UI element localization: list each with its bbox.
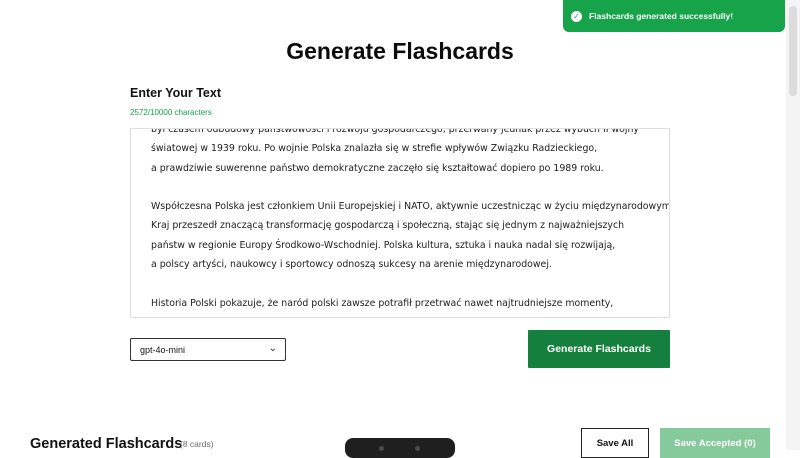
flashcards-count: (8 cards)	[180, 439, 214, 449]
character-counter: 2572/10000 characters	[130, 108, 212, 117]
flashcard-preview-toolbar	[345, 438, 455, 458]
toolbar-dot	[415, 446, 420, 451]
check-circle-icon: ✓	[571, 10, 582, 22]
page-title: Generate Flashcards	[286, 38, 514, 64]
toast-message: Flashcards generated successfully!	[589, 11, 734, 21]
generate-flashcards-button[interactable]: Generate Flashcards	[528, 330, 670, 368]
model-select[interactable]: gpt-4o-mini ⌄	[130, 338, 286, 361]
page-scrollbar[interactable]	[786, 0, 800, 450]
model-select-value: gpt-4o-mini	[140, 344, 186, 355]
save-all-button[interactable]: Save All	[581, 428, 649, 458]
source-text-area[interactable]: był czasem odbudowy państwowości i rozwo…	[130, 128, 670, 318]
toolbar-dot	[379, 446, 384, 451]
chevron-down-icon: ⌄	[268, 343, 277, 354]
save-accepted-button[interactable]: Save Accepted (0)	[660, 428, 770, 458]
success-toast: ✓ Flashcards generated successfully!	[563, 0, 785, 32]
text-input-label: Enter Your Text	[130, 86, 221, 100]
source-text-content: był czasem odbudowy państwowości i rozwo…	[151, 128, 670, 317]
